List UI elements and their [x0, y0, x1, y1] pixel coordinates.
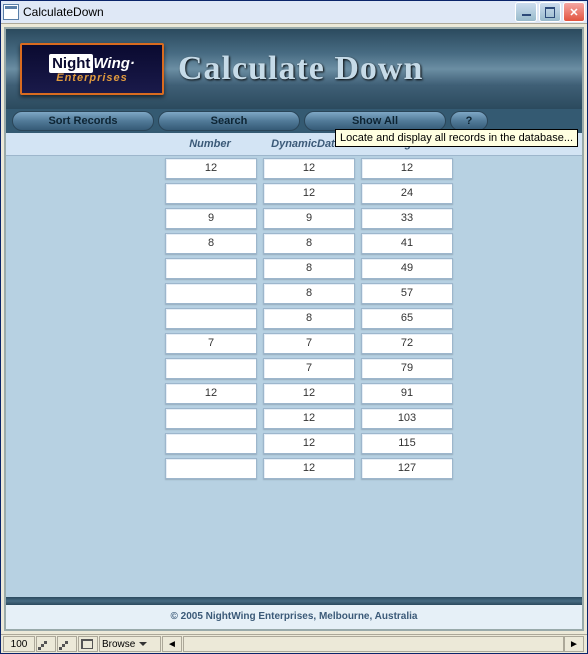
cell-runningtotal[interactable]: 79: [361, 358, 453, 379]
table-row: 8 65: [6, 308, 582, 330]
data-grid: 1212121224993388418498578657772779121291…: [6, 156, 582, 597]
table-row: 8 49: [6, 258, 582, 280]
cell-runningtotal[interactable]: 12: [361, 158, 453, 179]
zoom-level[interactable]: 100: [3, 636, 35, 652]
logo-sub: Enterprises: [56, 72, 128, 84]
window-title: CalculateDown: [23, 5, 515, 19]
cell-runningtotal[interactable]: 57: [361, 283, 453, 304]
cell-number[interactable]: [165, 283, 257, 304]
cell-number[interactable]: [165, 258, 257, 279]
cell-number[interactable]: 12: [165, 383, 257, 404]
cell-number[interactable]: [165, 458, 257, 479]
page-title: Calculate Down: [178, 50, 568, 88]
table-row: 77 72: [6, 333, 582, 355]
minimize-button[interactable]: [515, 2, 537, 22]
cell-number[interactable]: [165, 408, 257, 429]
cell-runningtotal[interactable]: 72: [361, 333, 453, 354]
status-bar: 100 Browse ◄ ►: [1, 634, 587, 653]
table-row: 12 127: [6, 458, 582, 480]
cell-dynamicdata[interactable]: 12: [263, 383, 355, 404]
client-area: NightWing· Enterprises Calculate Down So…: [4, 27, 584, 631]
table-row: 12 115: [6, 433, 582, 455]
cell-number[interactable]: 12: [165, 158, 257, 179]
logo-night: Night: [49, 54, 93, 73]
table-row: 7 79: [6, 358, 582, 380]
help-button[interactable]: ?: [450, 111, 488, 131]
view-icon[interactable]: [78, 636, 98, 652]
cell-runningtotal[interactable]: 127: [361, 458, 453, 479]
tooltip: Locate and display all records in the da…: [335, 129, 578, 147]
cell-dynamicdata[interactable]: 12: [263, 433, 355, 454]
sort-records-button[interactable]: Sort Records: [12, 111, 154, 131]
zoom-stairs-icon[interactable]: [36, 636, 56, 652]
table-row: 12 12 12: [6, 158, 582, 180]
cell-runningtotal[interactable]: 49: [361, 258, 453, 279]
mode-selector[interactable]: Browse: [99, 636, 161, 652]
logo-wing: Wing·: [93, 55, 135, 72]
scroll-track[interactable]: [183, 636, 564, 652]
cell-runningtotal[interactable]: 33: [361, 208, 453, 229]
table-row: 8 57: [6, 283, 582, 305]
cell-dynamicdata[interactable]: 12: [263, 408, 355, 429]
table-row: 12 24: [6, 183, 582, 205]
banner: NightWing· Enterprises Calculate Down: [6, 29, 582, 109]
cell-number[interactable]: [165, 308, 257, 329]
logo-text: NightWing·: [49, 55, 135, 72]
cell-dynamicdata[interactable]: 8: [263, 258, 355, 279]
minimize-icon: [522, 14, 531, 16]
cell-runningtotal[interactable]: 103: [361, 408, 453, 429]
cell-runningtotal[interactable]: 24: [361, 183, 453, 204]
maximize-button[interactable]: [539, 2, 561, 22]
cell-dynamicdata[interactable]: 12: [263, 458, 355, 479]
logo: NightWing· Enterprises: [20, 43, 164, 95]
scroll-left-button[interactable]: ◄: [162, 636, 182, 652]
cell-runningtotal[interactable]: 41: [361, 233, 453, 254]
cell-runningtotal[interactable]: 91: [361, 383, 453, 404]
app-icon: [3, 4, 19, 20]
cell-dynamicdata[interactable]: 7: [263, 358, 355, 379]
cell-number[interactable]: 8: [165, 233, 257, 254]
window-buttons: ✕: [515, 2, 585, 22]
cell-dynamicdata[interactable]: 9: [263, 208, 355, 229]
footer-bar: [6, 597, 582, 605]
cell-runningtotal[interactable]: 115: [361, 433, 453, 454]
cell-dynamicdata[interactable]: 7: [263, 333, 355, 354]
close-button[interactable]: ✕: [563, 2, 585, 22]
maximize-icon: [545, 7, 555, 18]
search-button[interactable]: Search: [158, 111, 300, 131]
scroll-right-button[interactable]: ►: [564, 636, 584, 652]
table-row: 12 103: [6, 408, 582, 430]
cell-dynamicdata[interactable]: 12: [263, 158, 355, 179]
cell-number[interactable]: [165, 183, 257, 204]
cell-dynamicdata[interactable]: 8: [263, 308, 355, 329]
cell-number[interactable]: 7: [165, 333, 257, 354]
table-row: 99 33: [6, 208, 582, 230]
cell-dynamicdata[interactable]: 8: [263, 283, 355, 304]
table-row: 12 12 91: [6, 383, 582, 405]
show-all-button[interactable]: Show All: [304, 111, 446, 131]
cell-number[interactable]: [165, 433, 257, 454]
cell-number[interactable]: [165, 358, 257, 379]
table-row: 88 41: [6, 233, 582, 255]
cell-runningtotal[interactable]: 65: [361, 308, 453, 329]
title-bar[interactable]: CalculateDown ✕: [1, 1, 587, 24]
cell-dynamicdata[interactable]: 12: [263, 183, 355, 204]
app-window: CalculateDown ✕ NightWing· Enterprises C…: [0, 0, 588, 654]
cell-dynamicdata[interactable]: 8: [263, 233, 355, 254]
copyright: © 2005 NightWing Enterprises, Melbourne,…: [6, 605, 582, 629]
cell-number[interactable]: 9: [165, 208, 257, 229]
toolbar: Sort Records Search Show All ? Locate an…: [6, 109, 582, 133]
close-icon: ✕: [569, 6, 578, 19]
header-number: Number: [162, 138, 258, 150]
zoom-stairs-icon-2[interactable]: [57, 636, 77, 652]
